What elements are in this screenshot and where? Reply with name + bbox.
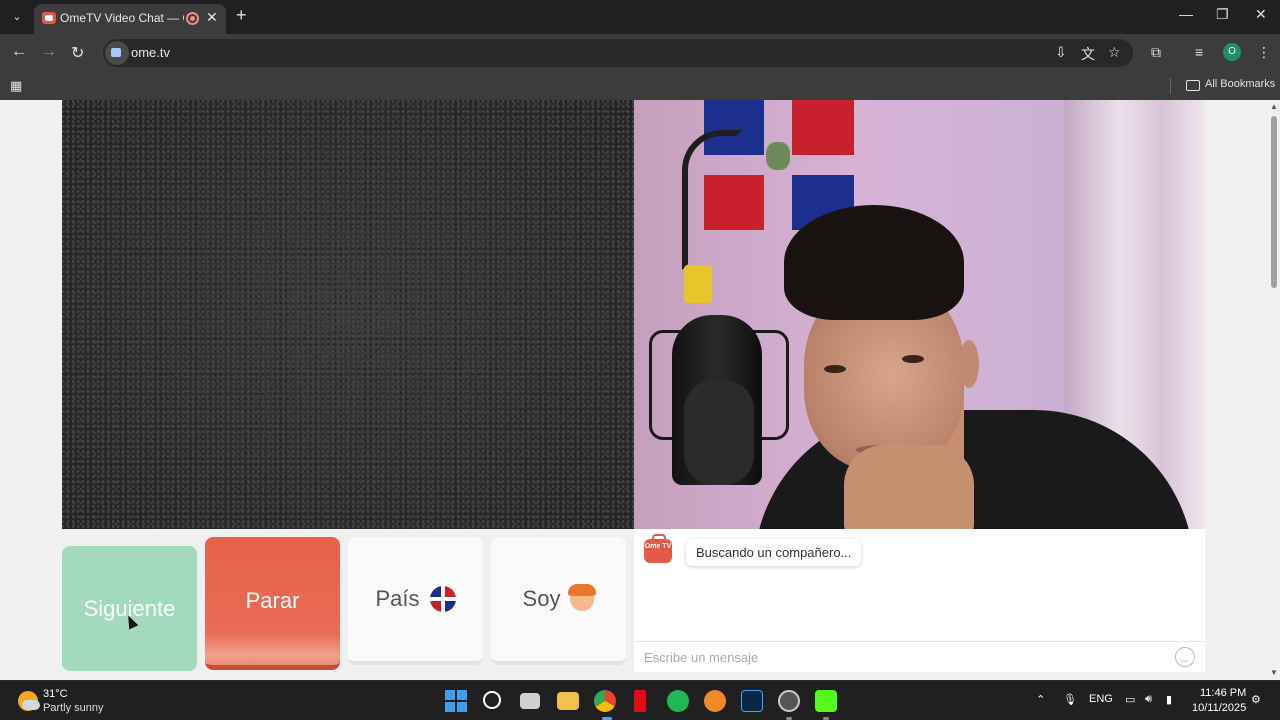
media-controls-icon[interactable]: ≡ xyxy=(1195,44,1203,60)
stop-button[interactable]: Parar xyxy=(205,537,340,670)
reload-icon[interactable]: ↻ xyxy=(71,43,84,63)
url-text: ome.tv xyxy=(131,45,171,60)
volume-icon[interactable]: 🔊︎ xyxy=(1145,693,1152,706)
bookmarks-bar: ▦ All Bookmarks xyxy=(0,72,1280,100)
tab-title: OmeTV Video Chat — Ome xyxy=(60,11,184,25)
page-scrollbar[interactable]: ▲ ▼ xyxy=(1268,100,1280,680)
ometv-favicon-icon xyxy=(42,12,56,24)
boy-icon xyxy=(568,584,597,611)
chat-panel: Ome TV Buscando un compañero... xyxy=(634,529,1205,672)
profile-avatar[interactable]: O xyxy=(1223,43,1241,61)
address-bar[interactable]: ome.tv ⇩ 文 ☆ xyxy=(103,39,1133,67)
gender-button[interactable]: Soy xyxy=(491,537,626,665)
browser-tab-active[interactable]: OmeTV Video Chat — Ome ✕ xyxy=(34,4,226,34)
local-video-feed xyxy=(634,100,1205,529)
scrollbar-thumb[interactable] xyxy=(1271,116,1277,288)
kick-icon[interactable] xyxy=(815,690,837,712)
person-eye-image xyxy=(902,355,924,363)
photoshop-icon[interactable] xyxy=(741,690,763,712)
person-hand-image xyxy=(844,445,974,529)
microphone-tray-icon[interactable]: 🎙︎ xyxy=(1063,693,1077,706)
windows-taskbar: 31°C Partly sunny ⌃ 🎙︎ ENG ▭ 🔊︎ ▮ 11:46 … xyxy=(0,680,1280,720)
remote-video-static xyxy=(62,100,634,529)
all-bookmarks-link[interactable]: All Bookmarks xyxy=(1205,78,1275,90)
bookmarks-separator xyxy=(1170,78,1171,94)
forward-arrow-icon[interactable]: → xyxy=(41,43,57,61)
window-minimize-icon[interactable]: — xyxy=(1179,6,1193,22)
site-info-icon[interactable] xyxy=(105,41,129,65)
network-icon[interactable]: ▭ xyxy=(1125,693,1135,706)
scroll-up-arrow-icon[interactable]: ▲ xyxy=(1270,102,1278,111)
spotify-icon[interactable] xyxy=(667,690,689,712)
mic-foam-image xyxy=(684,380,754,485)
recording-indicator-icon xyxy=(186,12,199,25)
person-hair-image xyxy=(784,205,964,320)
person-eye-image xyxy=(824,365,846,373)
country-button-label: País xyxy=(375,586,420,611)
language-indicator[interactable]: ENG xyxy=(1089,693,1113,705)
dominican-republic-flag-icon xyxy=(429,586,456,612)
chrome-icon[interactable] xyxy=(594,690,616,712)
gender-button-label: Soy xyxy=(522,586,561,611)
translate-icon[interactable]: 文 xyxy=(1081,44,1095,64)
page-content: Siguiente Parar País Soy Ome TV Buscando… xyxy=(0,100,1268,680)
browser-menu-icon[interactable]: ⋮ xyxy=(1257,44,1271,61)
window-maximize-icon[interactable]: ❐ xyxy=(1216,6,1229,23)
clock-time[interactable]: 11:46 PM xyxy=(1200,687,1246,699)
country-button[interactable]: País xyxy=(348,537,483,665)
mic-band-image xyxy=(684,265,712,303)
bookmark-star-icon[interactable]: ☆ xyxy=(1108,44,1121,61)
tab-close-icon[interactable]: ✕ xyxy=(206,9,218,26)
weather-partly-sunny-icon[interactable] xyxy=(18,691,40,711)
status-message: Buscando un compañero... xyxy=(686,539,862,566)
browser-toolbar: ← → ↻ ome.tv ⇩ 文 ☆ ⧉ ≡ O ⋮ xyxy=(0,34,1280,72)
scroll-down-arrow-icon[interactable]: ▼ xyxy=(1270,668,1278,677)
emoji-smiley-icon[interactable] xyxy=(1175,647,1195,667)
clock-date[interactable]: 10/11/2025 xyxy=(1192,702,1246,714)
obs-icon[interactable] xyxy=(778,690,800,712)
person-ear-image xyxy=(959,340,979,388)
browser-tab-bar: ⌄ OmeTV Video Chat — Ome ✕ + — ❐ ✕ xyxy=(0,0,1280,34)
message-input[interactable] xyxy=(634,642,1174,672)
apps-grid-icon[interactable]: ▦ xyxy=(10,78,22,94)
netflix-icon[interactable] xyxy=(634,690,646,712)
task-view-icon[interactable] xyxy=(520,693,540,709)
folder-icon[interactable] xyxy=(1186,80,1200,91)
back-arrow-icon[interactable]: ← xyxy=(11,43,27,61)
extensions-puzzle-icon[interactable]: ⧉ xyxy=(1151,44,1161,61)
windows-start-icon[interactable] xyxy=(445,690,467,712)
new-tab-icon[interactable]: + xyxy=(236,5,247,26)
weather-description[interactable]: Partly sunny xyxy=(43,702,104,714)
stop-button-label: Parar xyxy=(245,588,300,613)
search-icon[interactable] xyxy=(483,691,501,709)
tray-overflow-chevron-icon[interactable]: ⌃ xyxy=(1036,693,1045,706)
battery-icon[interactable]: ▮ xyxy=(1166,693,1172,706)
ometv-logo-icon: Ome TV xyxy=(644,534,672,563)
tab-search-chevron-icon[interactable]: ⌄ xyxy=(6,6,28,28)
fl-studio-icon[interactable] xyxy=(704,690,726,712)
notifications-icon[interactable]: ⚙︎ xyxy=(1251,693,1261,706)
file-explorer-icon[interactable] xyxy=(557,692,579,710)
weather-temperature[interactable]: 31°C xyxy=(43,688,68,700)
mic-arm-image xyxy=(682,130,742,270)
window-close-icon[interactable]: ✕ xyxy=(1255,6,1267,23)
next-button[interactable]: Siguiente xyxy=(62,546,197,671)
install-app-icon[interactable]: ⇩ xyxy=(1055,44,1067,61)
